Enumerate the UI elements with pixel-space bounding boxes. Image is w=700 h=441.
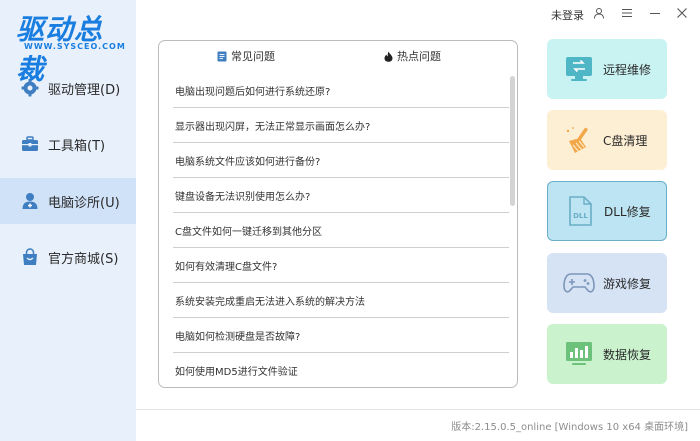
fire-icon [384,51,393,62]
user-icon[interactable] [590,4,608,22]
broom-icon [563,124,595,156]
toolbox-icon [20,134,40,154]
gamepad-icon [563,267,595,299]
question-list: 电脑出现问题后如何进行系统还原? 显示器出现闪屏，无法正常显示画面怎么办? 电脑… [173,73,509,387]
tab-hot-questions[interactable]: 热点问题 [384,41,441,71]
login-status-link[interactable]: 未登录 [551,7,584,23]
logo-subtitle: WWW.SYSCEO.COM [24,42,126,51]
doctor-icon [20,191,40,211]
sidebar-item-label: 工具箱(T) [48,138,106,154]
document-icon [217,51,227,62]
scrollbar-thumb[interactable] [510,76,515,206]
dll-repair-button[interactable]: DLL DLL修复 [547,181,667,241]
sidebar: 驱动总裁 WWW.SYSCEO.COM 驱动管理(D) 工具箱(T) 电脑诊所(… [0,0,136,441]
dll-icon: DLL [564,195,596,227]
sidebar-item-pc-clinic[interactable]: 电脑诊所(U) [0,178,136,224]
app-logo: 驱动总裁 WWW.SYSCEO.COM [10,8,128,86]
tab-label: 热点问题 [397,50,441,63]
c-drive-clean-button[interactable]: C盘清理 [547,110,667,170]
list-item[interactable]: 电脑如何检测硬盘是否故障? [173,318,509,353]
sidebar-item-toolbox[interactable]: 工具箱(T) [0,121,136,167]
list-item[interactable]: C盘文件如何一键迁移到其他分区 [173,213,509,248]
gear-icon [20,78,40,98]
sidebar-item-label: 官方商城(S) [48,251,119,267]
list-item[interactable]: 键盘设备无法识别使用怎么办? [173,178,509,213]
data-chart-icon [563,338,595,370]
status-bar: 版本:2.15.0.5_online [Windows 10 x64 桌面环境] [136,409,700,441]
remote-repair-button[interactable]: 远程维修 [547,39,667,99]
card-label: 数据恢复 [603,347,652,362]
card-label: 远程维修 [603,62,652,77]
close-icon[interactable] [673,4,691,22]
card-label: 游戏修复 [603,276,652,291]
card-label: C盘清理 [603,133,648,148]
minimize-icon[interactable] [646,4,664,22]
sidebar-item-label: 驱动管理(D) [48,82,121,98]
shopping-bag-icon [20,247,40,267]
list-item[interactable]: 电脑出现问题后如何进行系统还原? [173,73,509,108]
version-text: 版本:2.15.0.5_online [Windows 10 x64 桌面环境] [451,422,688,433]
list-item[interactable]: 如何使用MD5进行文件验证 [173,353,509,387]
list-item[interactable]: 显示器出现闪屏，无法正常显示画面怎么办? [173,108,509,143]
list-item[interactable]: 系统安装完成重启无法进入系统的解决方法 [173,283,509,318]
game-repair-button[interactable]: 游戏修复 [547,253,667,313]
menu-icon[interactable] [618,4,636,22]
sidebar-item-driver-management[interactable]: 驱动管理(D) [0,65,136,111]
sidebar-item-official-store[interactable]: 官方商城(S) [0,234,136,280]
tab-common-questions[interactable]: 常见问题 [217,41,275,71]
remote-repair-icon [563,53,595,85]
data-recovery-button[interactable]: 数据恢复 [547,324,667,384]
card-label: DLL修复 [604,204,651,219]
faq-panel: 常见问题 热点问题 电脑出现问题后如何进行系统还原? 显示器出现闪屏，无法正常显… [158,40,518,388]
sidebar-item-label: 电脑诊所(U) [48,195,120,211]
list-item[interactable]: 如何有效清理C盘文件? [173,248,509,283]
svg-text:DLL: DLL [573,212,588,220]
tab-label: 常见问题 [231,50,275,63]
list-item[interactable]: 电脑系统文件应该如何进行备份? [173,143,509,178]
